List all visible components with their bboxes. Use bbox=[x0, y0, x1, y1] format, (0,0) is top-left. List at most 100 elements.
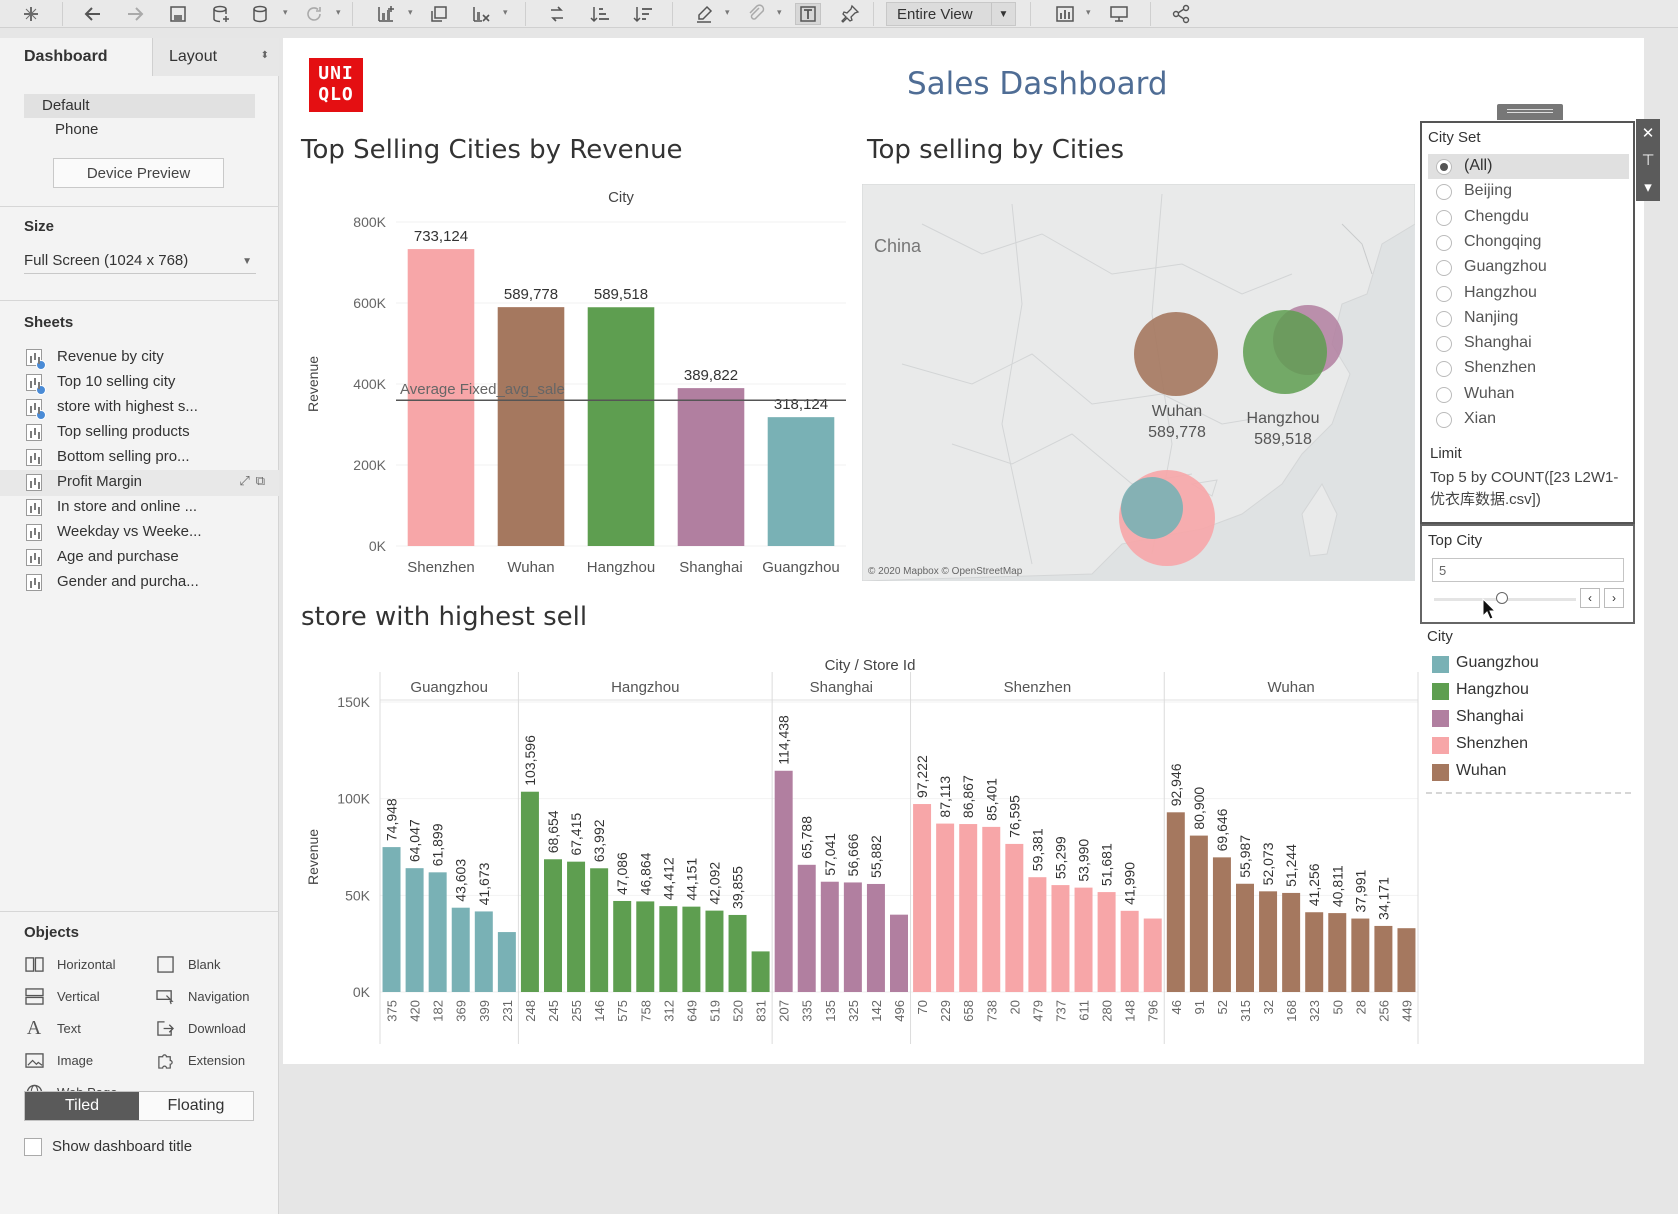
sheet-item-weekday-vs-weeke-[interactable]: Weekday vs Weeke... bbox=[0, 520, 279, 546]
sort-descending-icon[interactable] bbox=[630, 3, 656, 25]
city-set-option-xian[interactable]: Xian bbox=[1428, 407, 1629, 432]
sort-ascending-icon[interactable] bbox=[587, 3, 613, 25]
store-bar-shenzhen-737[interactable] bbox=[1051, 885, 1070, 992]
city-set-option-guangzhou[interactable]: Guangzhou bbox=[1428, 255, 1629, 280]
store-bar-shanghai-135[interactable] bbox=[820, 881, 839, 992]
duplicate-icon[interactable] bbox=[426, 3, 452, 25]
store-bar-wuhan-168[interactable] bbox=[1282, 892, 1301, 992]
sheet-item-revenue-by-city[interactable]: Revenue by city bbox=[0, 345, 279, 371]
legend-item-guangzhou[interactable]: Guangzhou bbox=[1420, 651, 1635, 678]
store-bar-hangzhou-146[interactable] bbox=[590, 868, 609, 992]
tab-layout[interactable]: Layout ⬍ bbox=[152, 38, 279, 76]
store-bar-shenzhen-479[interactable] bbox=[1028, 877, 1047, 992]
store-bar-shenzhen-658[interactable] bbox=[959, 824, 978, 992]
store-bar-shenzhen-280[interactable] bbox=[1097, 892, 1116, 992]
filter-drag-handle[interactable] bbox=[1497, 104, 1563, 120]
city-set-option-shanghai[interactable]: Shanghai bbox=[1428, 331, 1629, 356]
store-bar-shenzhen-796[interactable] bbox=[1143, 918, 1162, 992]
city-set-option-chongqing[interactable]: Chongqing bbox=[1428, 230, 1629, 255]
city-map[interactable]: China Wuhan 589,778 Hangzhou 589,518 © 202… bbox=[862, 184, 1415, 581]
store-bar-shenzhen-20[interactable] bbox=[1005, 843, 1024, 992]
object-extension[interactable]: Extension bbox=[155, 1050, 245, 1072]
size-select[interactable]: Full Screen (1024 x 768) ▼ bbox=[24, 248, 256, 274]
sheet-item-in-store-and-online-[interactable]: In store and online ... bbox=[0, 495, 279, 521]
swap-axes-icon[interactable] bbox=[544, 3, 570, 25]
clear-sheet-icon[interactable] bbox=[468, 3, 494, 25]
sheet-item-store-with-highest-s-[interactable]: store with highest s... bbox=[0, 395, 279, 421]
store-bar-wuhan-449[interactable] bbox=[1397, 928, 1416, 992]
sheet-item-bottom-selling-pro-[interactable]: Bottom selling pro... bbox=[0, 445, 279, 471]
floating-button[interactable]: Floating bbox=[139, 1092, 253, 1120]
highlight-icon[interactable] bbox=[691, 3, 717, 25]
map-bubble-hangzhou[interactable] bbox=[1243, 310, 1327, 394]
show-mark-labels-icon[interactable] bbox=[795, 3, 821, 25]
bar-wuhan[interactable] bbox=[497, 307, 565, 546]
more-options-icon[interactable]: ▾ bbox=[1636, 173, 1660, 200]
chevron-right-icon[interactable]: › bbox=[1604, 588, 1624, 608]
store-bar-shenzhen-70[interactable] bbox=[913, 804, 932, 992]
new-worksheet-icon[interactable] bbox=[373, 3, 399, 25]
sheet-item-gender-and-purcha-[interactable]: Gender and purcha... bbox=[0, 570, 279, 596]
sheet-actions-icon[interactable]: ⤢⧉ bbox=[239, 473, 271, 489]
sheet-item-profit-margin[interactable]: Profit Margin ⤢⧉ bbox=[0, 470, 279, 496]
store-bar-wuhan-315[interactable] bbox=[1236, 883, 1254, 992]
legend-item-hangzhou[interactable]: Hangzhou bbox=[1420, 678, 1635, 705]
store-bar-shanghai-335[interactable] bbox=[797, 864, 816, 992]
map-bubble-wuhan[interactable] bbox=[1134, 312, 1218, 396]
save-icon[interactable] bbox=[165, 3, 191, 25]
object-vertical[interactable]: Vertical bbox=[24, 986, 100, 1008]
legend-item-shenzhen[interactable]: Shenzhen bbox=[1420, 732, 1635, 759]
store-bar-hangzhou-245[interactable] bbox=[544, 859, 562, 992]
city-set-option-chengdu[interactable]: Chengdu bbox=[1428, 205, 1629, 230]
store-bar-shanghai-142[interactable] bbox=[866, 883, 885, 992]
pin-icon[interactable]: ⊤ bbox=[1636, 146, 1660, 173]
store-bar-hangzhou-519[interactable] bbox=[705, 910, 724, 992]
device-phone[interactable]: Phone bbox=[24, 118, 255, 142]
share-icon[interactable] bbox=[1168, 3, 1194, 25]
datasource-menu-icon[interactable] bbox=[248, 3, 274, 25]
object-text[interactable]: A Text bbox=[24, 1017, 81, 1040]
store-bar-hangzhou-248[interactable] bbox=[520, 791, 539, 992]
store-bar-wuhan-323[interactable] bbox=[1305, 912, 1324, 992]
show-dashboard-title-checkbox[interactable]: Show dashboard title bbox=[24, 1138, 192, 1156]
tableau-logo-icon[interactable] bbox=[18, 3, 44, 25]
device-default[interactable]: Default bbox=[24, 94, 255, 118]
presentation-mode-icon[interactable] bbox=[1106, 3, 1132, 25]
store-bar-shanghai-207[interactable] bbox=[774, 770, 793, 992]
chevron-left-icon[interactable]: ‹ bbox=[1580, 588, 1600, 608]
bar-shanghai[interactable] bbox=[677, 388, 745, 546]
store-bar-wuhan-28[interactable] bbox=[1351, 918, 1370, 992]
store-bar-guangzhou-420[interactable] bbox=[405, 868, 424, 992]
store-bar-shenzhen-738[interactable] bbox=[982, 826, 1001, 992]
store-bar-shenzhen-611[interactable] bbox=[1074, 887, 1093, 992]
store-bar-hangzhou-312[interactable] bbox=[659, 906, 678, 992]
store-bar-guangzhou-182[interactable] bbox=[428, 872, 447, 992]
store-bar-wuhan-32[interactable] bbox=[1259, 891, 1278, 992]
store-bar-guangzhou-399[interactable] bbox=[474, 911, 493, 992]
sheet-item-age-and-purchase[interactable]: Age and purchase bbox=[0, 545, 279, 571]
sheet-item-top-selling-products[interactable]: Top selling products bbox=[0, 420, 279, 446]
object-image[interactable]: Image bbox=[24, 1050, 93, 1072]
city-set-option-beijing[interactable]: Beijing bbox=[1428, 179, 1629, 204]
city-set-option-wuhan[interactable]: Wuhan bbox=[1428, 382, 1629, 407]
store-bar-wuhan-52[interactable] bbox=[1212, 857, 1231, 992]
top-city-input[interactable]: 5 bbox=[1432, 558, 1624, 582]
store-bar-hangzhou-520[interactable] bbox=[728, 914, 747, 992]
group-members-icon[interactable] bbox=[743, 3, 769, 25]
redo-icon[interactable] bbox=[122, 3, 148, 25]
store-bar-hangzhou-831[interactable] bbox=[751, 951, 770, 992]
city-set-option--all-[interactable]: (All) bbox=[1428, 154, 1629, 179]
store-bar-shenzhen-148[interactable] bbox=[1120, 910, 1139, 992]
new-datasource-icon[interactable] bbox=[208, 3, 234, 25]
store-bar-guangzhou-231[interactable] bbox=[497, 932, 516, 992]
city-set-option-shenzhen[interactable]: Shenzhen bbox=[1428, 356, 1629, 381]
fit-view-select[interactable]: Entire View ▼ bbox=[886, 2, 1016, 26]
store-bar-wuhan-91[interactable] bbox=[1189, 835, 1208, 992]
legend-item-wuhan[interactable]: Wuhan bbox=[1420, 759, 1635, 786]
store-bar-shenzhen-229[interactable] bbox=[936, 823, 955, 992]
object-download[interactable]: Download bbox=[155, 1018, 246, 1040]
store-bar-hangzhou-758[interactable] bbox=[636, 901, 655, 992]
store-bar-wuhan-50[interactable] bbox=[1328, 913, 1347, 992]
undo-icon[interactable] bbox=[80, 3, 106, 25]
store-bar-shanghai-496[interactable] bbox=[890, 914, 908, 992]
